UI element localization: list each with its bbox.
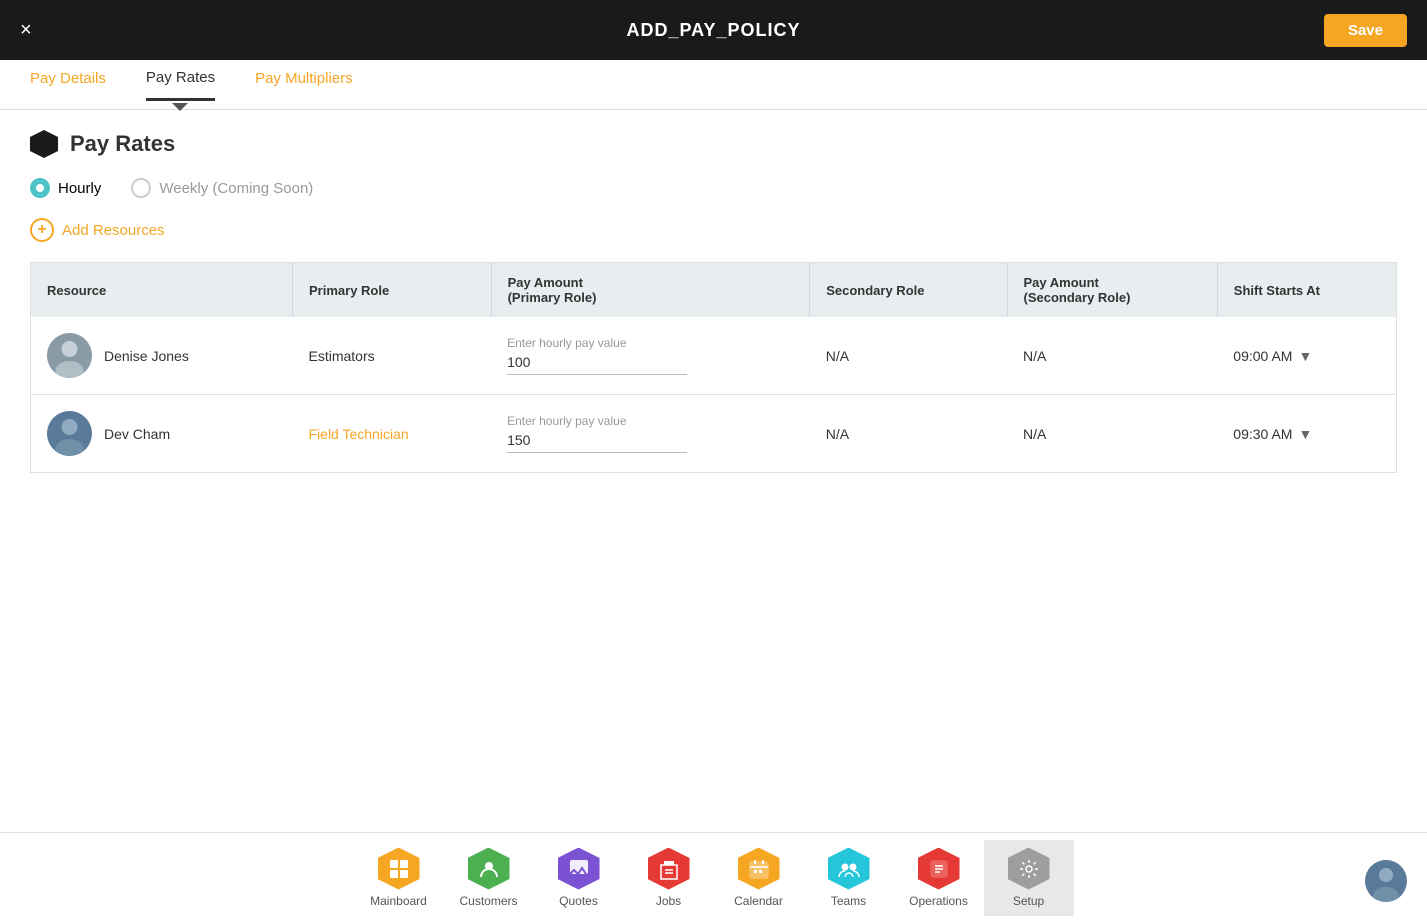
rate-type-radio-group: Hourly Weekly (Coming Soon) — [30, 178, 1397, 198]
shift-select-1[interactable]: 09:00 AM ▼ — [1233, 348, 1380, 364]
hourly-radio-circle — [30, 178, 50, 198]
setup-label: Setup — [1013, 894, 1044, 908]
pay-secondary-2: N/A — [1007, 395, 1217, 473]
table-header-row: Resource Primary Role Pay Amount(Primary… — [31, 263, 1397, 318]
quotes-label: Quotes — [559, 894, 598, 908]
bottom-nav: Mainboard Customers Quotes — [0, 832, 1427, 922]
page-title: ADD_PAY_POLICY — [626, 20, 800, 41]
col-secondary-role: Secondary Role — [810, 263, 1007, 318]
table-row: Denise Jones Estimators Enter hourly pay… — [31, 317, 1397, 395]
section-icon — [30, 130, 58, 158]
setup-icon — [1008, 848, 1050, 890]
main-content: Pay Rates Hourly Weekly (Coming Soon) + … — [0, 110, 1427, 493]
shift-cell-2[interactable]: 09:30 AM ▼ — [1217, 395, 1396, 473]
pay-value-2: 150 — [507, 432, 530, 448]
mainboard-icon — [378, 848, 420, 890]
shift-select-2[interactable]: 09:30 AM ▼ — [1233, 426, 1380, 442]
resource-cell-1: Denise Jones — [31, 317, 293, 395]
shift-time-1: 09:00 AM — [1233, 348, 1292, 364]
col-pay-primary: Pay Amount(Primary Role) — [491, 263, 810, 318]
save-button[interactable]: Save — [1324, 14, 1407, 47]
add-resources-label: Add Resources — [62, 222, 165, 239]
nav-item-teams[interactable]: Teams — [804, 840, 894, 916]
col-shift-starts: Shift Starts At — [1217, 263, 1396, 318]
close-button[interactable]: × — [20, 19, 32, 42]
teams-label: Teams — [831, 894, 866, 908]
pay-placeholder-1: Enter hourly pay value — [507, 336, 794, 350]
add-resources-button[interactable]: + Add Resources — [30, 218, 1397, 242]
teams-icon — [828, 848, 870, 890]
section-title: Pay Rates — [70, 131, 175, 157]
operations-icon — [918, 848, 960, 890]
calendar-icon — [738, 848, 780, 890]
hourly-label: Hourly — [58, 180, 101, 197]
top-bar: × ADD_PAY_POLICY Save — [0, 0, 1427, 60]
customers-label: Customers — [459, 894, 517, 908]
plus-icon: + — [30, 218, 54, 242]
secondary-role-1: N/A — [810, 317, 1007, 395]
table-row: Dev Cham Field Technician Enter hourly p… — [31, 395, 1397, 473]
jobs-icon — [648, 848, 690, 890]
tab-bar: Pay Details Pay Rates Pay Multipliers — [0, 60, 1427, 110]
resource-name-2: Dev Cham — [104, 426, 170, 442]
tab-pay-rates[interactable]: Pay Rates — [146, 69, 215, 101]
tab-pay-multipliers[interactable]: Pay Multipliers — [255, 70, 353, 99]
nav-item-setup[interactable]: Setup — [984, 840, 1074, 916]
weekly-radio-circle — [131, 178, 151, 198]
primary-role-2-label: Field Technician — [309, 426, 409, 442]
nav-item-calendar[interactable]: Calendar — [714, 840, 804, 916]
tab-pay-details[interactable]: Pay Details — [30, 70, 106, 99]
nav-item-quotes[interactable]: Quotes — [534, 840, 624, 916]
avatar-dev — [47, 411, 92, 456]
shift-cell-1[interactable]: 09:00 AM ▼ — [1217, 317, 1396, 395]
pay-input-2[interactable]: 150 — [507, 432, 687, 453]
pay-input-1[interactable]: 100 — [507, 354, 687, 375]
dropdown-arrow-1: ▼ — [1298, 348, 1312, 364]
nav-item-jobs[interactable]: Jobs — [624, 840, 714, 916]
pay-primary-2[interactable]: Enter hourly pay value 150 — [491, 395, 810, 473]
pay-secondary-1: N/A — [1007, 317, 1217, 395]
operations-label: Operations — [909, 894, 968, 908]
weekly-label: Weekly (Coming Soon) — [159, 180, 313, 197]
hourly-radio[interactable]: Hourly — [30, 178, 101, 198]
section-header: Pay Rates — [30, 130, 1397, 158]
mainboard-label: Mainboard — [370, 894, 427, 908]
primary-role-1: Estimators — [293, 317, 492, 395]
customers-icon — [468, 848, 510, 890]
user-avatar[interactable] — [1365, 860, 1407, 902]
calendar-label: Calendar — [734, 894, 783, 908]
resource-name-1: Denise Jones — [104, 348, 189, 364]
col-resource: Resource — [31, 263, 293, 318]
avatar-denise — [47, 333, 92, 378]
pay-value-1: 100 — [507, 354, 530, 370]
primary-role-2: Field Technician — [293, 395, 492, 473]
col-primary-role: Primary Role — [293, 263, 492, 318]
resource-cell-2: Dev Cham — [31, 395, 293, 473]
quotes-icon — [558, 848, 600, 890]
dropdown-arrow-2: ▼ — [1298, 426, 1312, 442]
col-pay-secondary: Pay Amount(Secondary Role) — [1007, 263, 1217, 318]
shift-time-2: 09:30 AM — [1233, 426, 1292, 442]
pay-placeholder-2: Enter hourly pay value — [507, 414, 794, 428]
weekly-radio[interactable]: Weekly (Coming Soon) — [131, 178, 313, 198]
pay-primary-1[interactable]: Enter hourly pay value 100 — [491, 317, 810, 395]
nav-item-operations[interactable]: Operations — [894, 840, 984, 916]
resources-table: Resource Primary Role Pay Amount(Primary… — [30, 262, 1397, 473]
jobs-label: Jobs — [656, 894, 681, 908]
secondary-role-2: N/A — [810, 395, 1007, 473]
nav-item-mainboard[interactable]: Mainboard — [354, 840, 444, 916]
nav-item-customers[interactable]: Customers — [444, 840, 534, 916]
